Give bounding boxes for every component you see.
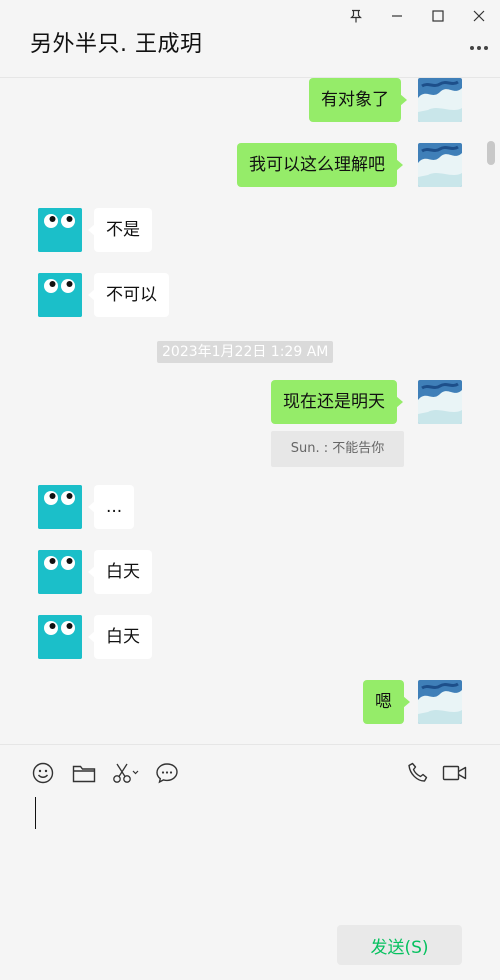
video-icon[interactable] bbox=[441, 760, 469, 786]
scissors-icon[interactable] bbox=[112, 760, 140, 786]
message-bubble-sent[interactable]: 嗯 bbox=[363, 680, 410, 724]
pin-icon[interactable] bbox=[343, 4, 369, 28]
chat-history-icon[interactable] bbox=[154, 760, 180, 786]
emoji-icon[interactable] bbox=[30, 760, 56, 786]
my-avatar[interactable] bbox=[418, 380, 462, 424]
scrollbar-thumb[interactable] bbox=[487, 141, 495, 165]
maximize-icon[interactable] bbox=[425, 4, 451, 28]
phone-icon[interactable] bbox=[405, 760, 431, 786]
chat-header: 另外半只. 王成玥 bbox=[0, 0, 500, 78]
message-bubble-received[interactable]: 白天 bbox=[88, 615, 152, 659]
contact-avatar[interactable] bbox=[38, 615, 82, 659]
minimize-icon[interactable] bbox=[384, 4, 410, 28]
message-input[interactable] bbox=[20, 790, 480, 910]
my-avatar[interactable] bbox=[418, 78, 462, 122]
contact-avatar[interactable] bbox=[38, 208, 82, 252]
chat-title: 另外半只. 王成玥 bbox=[30, 32, 203, 57]
quoted-message[interactable]: Sun. : 不能告你 bbox=[271, 431, 404, 467]
my-avatar[interactable] bbox=[418, 680, 462, 724]
close-icon[interactable] bbox=[466, 4, 492, 28]
input-divider bbox=[0, 744, 500, 745]
message-bubble-received[interactable]: 不是 bbox=[88, 208, 152, 252]
message-bubble-sent[interactable]: 有对象了 bbox=[309, 78, 407, 122]
message-bubble-received[interactable]: 不可以 bbox=[88, 273, 169, 317]
folder-icon[interactable] bbox=[71, 760, 97, 786]
more-icon[interactable] bbox=[466, 38, 492, 58]
send-button[interactable]: 发送(S) bbox=[337, 925, 462, 965]
message-bubble-received[interactable]: 白天 bbox=[88, 550, 152, 594]
contact-avatar[interactable] bbox=[38, 273, 82, 317]
text-caret bbox=[35, 797, 36, 829]
contact-avatar[interactable] bbox=[38, 485, 82, 529]
message-bubble-received[interactable]: ... bbox=[87, 485, 135, 529]
my-avatar[interactable] bbox=[418, 143, 462, 187]
message-bubble-sent[interactable]: 我可以这么理解吧 bbox=[237, 143, 403, 187]
message-timestamp: 2023年1月22日 1:29 AM bbox=[157, 341, 334, 363]
message-bubble-sent[interactable]: 现在还是明天 bbox=[271, 380, 403, 424]
contact-avatar[interactable] bbox=[38, 550, 82, 594]
message-list[interactable]: 有对象了 我可以这么理解吧 不是 不可以 2023年1月22日 1:29 AM … bbox=[0, 78, 500, 744]
